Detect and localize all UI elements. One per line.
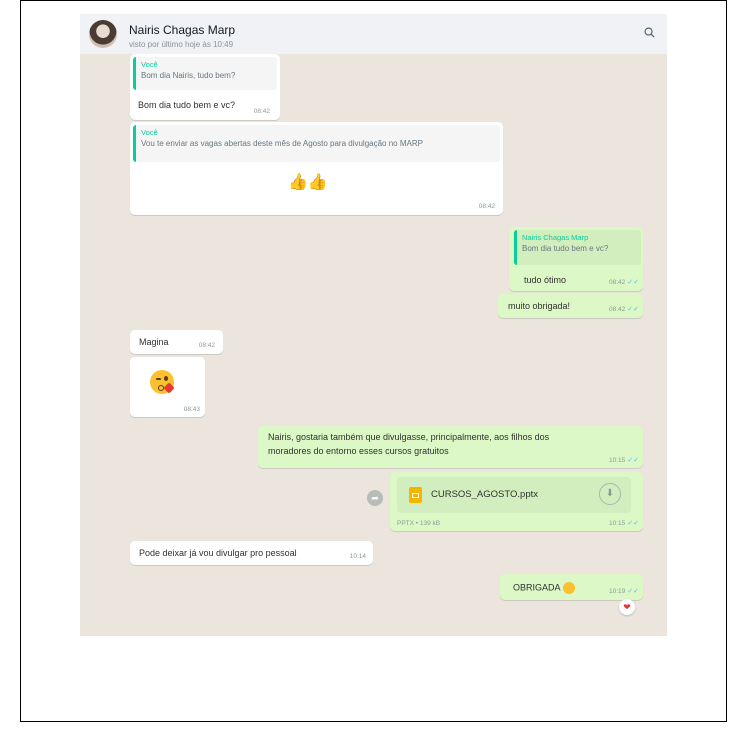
message-bubble-incoming[interactable]: Pode deixar já vou divulgar pro pessoal … [130, 541, 373, 565]
message-text-line: moradores do entorno esses cursos gratui… [268, 446, 449, 456]
time-label: 10:15 [608, 457, 626, 464]
forward-icon[interactable]: ➦ [367, 490, 383, 506]
message-text: tudo ótimo [524, 275, 567, 285]
avatar[interactable] [89, 20, 117, 48]
message-bubble-outgoing[interactable]: OBRIGADA 10:19 ✓✓ [500, 574, 643, 600]
message-time: 08:42 [198, 342, 215, 349]
file-attachment[interactable]: CURSOS_AGOSTO.pptx ⬇ [397, 477, 631, 513]
message-text: muito obrigada! [508, 301, 571, 311]
read-check-icon: ✓✓ [627, 306, 639, 313]
thumbs-up-emoji: 👍👍 [288, 174, 328, 191]
message-text: Pode deixar já vou divulgar pro pessoal [139, 548, 297, 558]
quoted-message[interactable]: Você Vou te enviar as vagas abertas dest… [133, 125, 500, 162]
file-meta: PPTX • 139 kB [397, 520, 441, 527]
quote-author: Nairis Chagas Marp [522, 233, 589, 242]
last-seen-status: visto por último hoje às 10:49 [129, 40, 234, 49]
read-check-icon: ✓✓ [627, 588, 639, 595]
kissing-face-with-heart-emoji [562, 582, 575, 594]
quote-author: Você [141, 60, 158, 69]
message-text-line: Nairis, gostaria também que divulgasse, … [268, 432, 550, 442]
chat-header[interactable]: Nairis Chagas Marp visto por último hoje… [80, 14, 667, 54]
message-time: 08:43 [183, 406, 200, 413]
message-bubble-outgoing[interactable]: muito obrigada! 08:42 ✓✓ [498, 294, 643, 318]
file-name: CURSOS_AGOSTO.pptx [431, 489, 538, 500]
time-label: 10:19 [608, 588, 626, 595]
chat-window: Nairis Chagas Marp visto por último hoje… [80, 14, 667, 636]
message-time: 08:42 ✓✓ [609, 278, 639, 286]
message-text: Bom dia tudo bem e vc? [138, 100, 236, 110]
message-bubble-outgoing[interactable]: Nairis, gostaria também que divulgasse, … [258, 426, 643, 468]
download-icon[interactable]: ⬇ [599, 483, 621, 505]
quote-author: Você [141, 128, 158, 137]
contact-name[interactable]: Nairis Chagas Marp [129, 23, 235, 37]
message-bubble-outgoing[interactable]: Nairis Chagas Marp Bom dia tudo bem e vc… [509, 227, 643, 291]
search-icon[interactable] [644, 27, 655, 38]
read-check-icon: ✓✓ [627, 520, 639, 527]
message-time: 10:19 ✓✓ [609, 587, 639, 595]
read-check-icon: ✓✓ [627, 279, 639, 286]
quote-text: Bom dia tudo bem e vc? [522, 244, 609, 253]
message-time: 08:42 ✓✓ [609, 305, 639, 313]
quote-text: Vou te enviar as vagas abertas deste mês… [141, 139, 423, 148]
time-label: 10:15 [608, 520, 626, 527]
message-time: 08:42 [253, 108, 270, 115]
message-time: 10:15 ✓✓ [609, 456, 639, 464]
message-bubble-incoming[interactable]: Você Bom dia Nairis, tudo bem? Bom dia t… [130, 54, 280, 120]
message-time: 10:15 ✓✓ [609, 519, 639, 527]
message-bubble-incoming[interactable]: Você Vou te enviar as vagas abertas dest… [130, 122, 503, 215]
kissing-face-with-heart-emoji [150, 370, 175, 394]
heart-reaction-icon[interactable]: ❤ [619, 599, 635, 615]
message-text: OBRIGADA [513, 582, 575, 594]
message-text-label: OBRIGADA [513, 582, 561, 593]
time-label: 08:42 [608, 306, 626, 313]
pptx-file-icon [409, 487, 422, 503]
message-time: 08:42 [478, 203, 495, 210]
quote-text: Bom dia Nairis, tudo bem? [141, 71, 236, 80]
read-check-icon: ✓✓ [627, 457, 639, 464]
message-text: Magina [139, 337, 169, 347]
message-bubble-incoming[interactable]: Magina 08:42 [130, 330, 223, 354]
message-bubble-outgoing-file[interactable]: CURSOS_AGOSTO.pptx ⬇ PPTX • 139 kB 10:15… [390, 472, 643, 531]
message-bubble-incoming-emoji[interactable]: 08:43 [130, 357, 205, 417]
message-time: 10:14 [349, 553, 366, 560]
time-label: 08:42 [608, 279, 626, 286]
quoted-message[interactable]: Você Bom dia Nairis, tudo bem? [133, 57, 277, 90]
quoted-message[interactable]: Nairis Chagas Marp Bom dia tudo bem e vc… [514, 230, 641, 265]
